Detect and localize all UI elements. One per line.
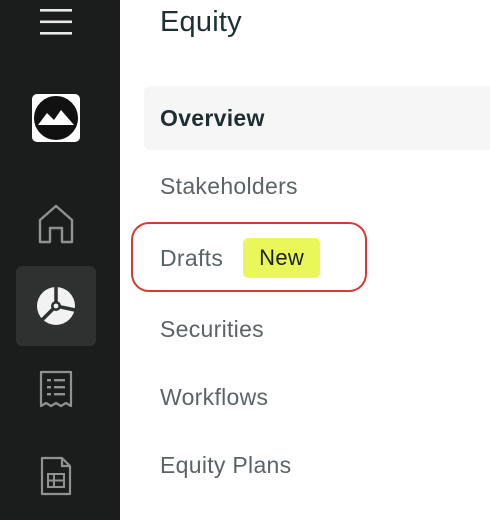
receipt-icon <box>39 370 73 408</box>
hamburger-menu-icon <box>40 9 72 35</box>
nav-item-label: Equity Plans <box>160 451 292 478</box>
equity-button[interactable] <box>16 266 96 346</box>
home-button[interactable] <box>30 197 82 249</box>
menu-button[interactable] <box>34 2 78 42</box>
nav-item-overview[interactable]: Overview <box>144 86 490 150</box>
nav-item-securities[interactable]: Securities <box>144 297 264 361</box>
nav-item-label: Overview <box>160 104 265 131</box>
page-title: Equity <box>160 6 242 38</box>
pie-chart-icon <box>37 286 76 325</box>
nav-item-workflows[interactable]: Workflows <box>144 365 268 429</box>
document-table-icon <box>40 456 72 496</box>
nav-item-label: Drafts <box>160 244 224 271</box>
nav-item-label: Securities <box>160 315 264 342</box>
mountain-logo-icon <box>32 94 80 142</box>
sidebar-rail <box>0 0 120 520</box>
nav-item-label: Workflows <box>160 383 269 410</box>
new-badge: New <box>243 238 321 278</box>
app-root: Equity Overview Stakeholders Drafts New … <box>0 0 490 520</box>
logo-button[interactable] <box>30 92 82 144</box>
ledger-button[interactable] <box>30 364 82 416</box>
nav-item-equity-plans[interactable]: Equity Plans <box>144 433 291 497</box>
nav-item-drafts[interactable]: Drafts New <box>144 226 321 290</box>
home-icon <box>38 204 74 244</box>
nav-item-label: Stakeholders <box>160 172 298 199</box>
documents-button[interactable] <box>30 450 82 502</box>
nav-item-stakeholders[interactable]: Stakeholders <box>144 154 298 218</box>
equity-nav-panel: Equity Overview Stakeholders Drafts New … <box>120 0 490 520</box>
